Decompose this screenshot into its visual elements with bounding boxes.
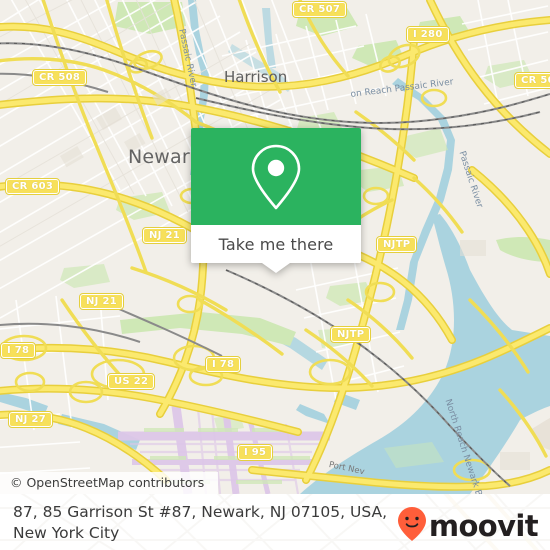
moovit-wordmark: moovit [428, 509, 539, 543]
callout-header [191, 128, 361, 225]
road-shield[interactable]: US 22 [106, 373, 156, 390]
moovit-pin-icon [397, 506, 427, 547]
take-me-there-button[interactable]: Take me there [219, 235, 334, 254]
road-shield[interactable]: NJTP [375, 236, 418, 253]
location-callout-card[interactable]: Take me there [191, 128, 361, 273]
callout-tail [262, 263, 290, 273]
screenshot-root: Newark Harrison Passaic River on Reach P… [0, 0, 550, 550]
map-viewport[interactable]: Newark Harrison Passaic River on Reach P… [0, 0, 550, 494]
location-address: 87, 85 Garrison St #87, Newark, NJ 07105… [13, 503, 387, 542]
callout-action-row[interactable]: Take me there [191, 225, 361, 263]
road-shield[interactable]: NJ 21 [79, 293, 124, 310]
footer-bar: 87, 85 Garrison St #87, Newark, NJ 07105… [0, 494, 550, 550]
footer-content: 87, 85 Garrison St #87, Newark, NJ 07105… [0, 494, 550, 550]
road-shield[interactable]: CR 507 [291, 1, 348, 18]
road-shield[interactable]: CR 508 [513, 72, 550, 89]
road-shield[interactable]: NJ 21 [142, 227, 187, 244]
road-shield[interactable]: I 280 [406, 26, 450, 43]
map-pin-icon [248, 142, 304, 212]
road-shield[interactable]: NJTP [329, 326, 372, 343]
road-shield[interactable]: I 78 [0, 342, 37, 359]
road-shield[interactable]: I 78 [204, 356, 242, 373]
road-shield[interactable]: CR 508 [31, 69, 88, 86]
moovit-logo[interactable]: moovit [397, 506, 539, 547]
road-shield[interactable]: I 95 [236, 444, 274, 461]
callout-body[interactable]: Take me there [191, 128, 361, 263]
map-attribution[interactable]: © OpenStreetMap contributors [0, 472, 219, 494]
road-shield[interactable]: NJ 27 [8, 411, 53, 428]
road-shield[interactable]: CR 603 [4, 178, 61, 195]
